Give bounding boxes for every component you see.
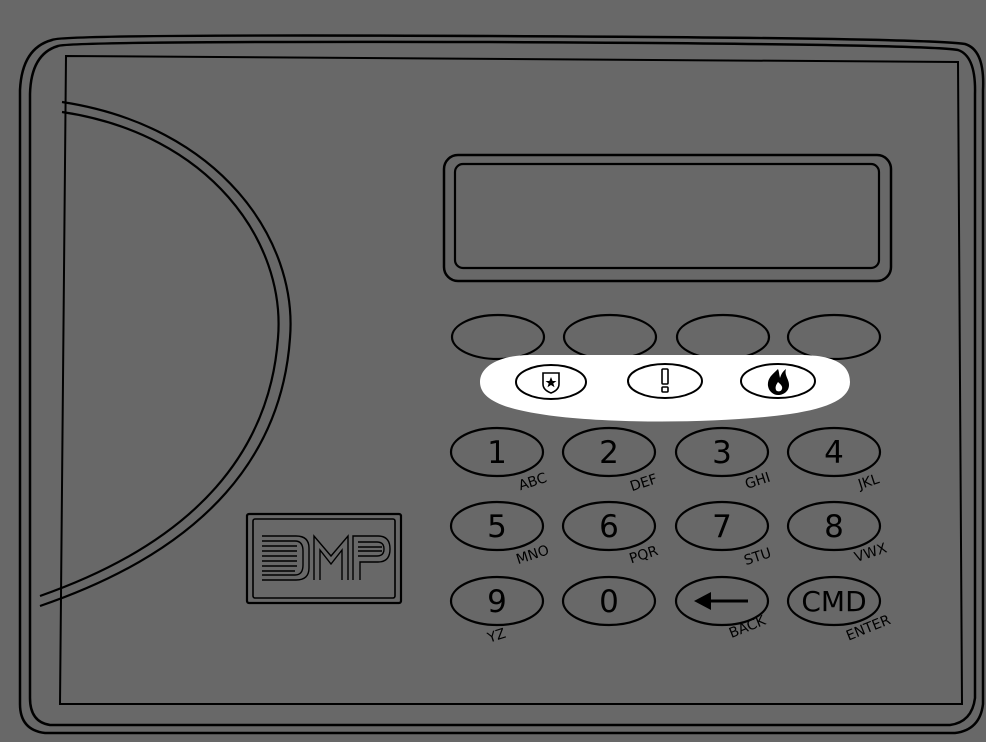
dmp-logo-badge [245, 512, 403, 605]
cmd-enter-key[interactable]: CMD ENTER [786, 575, 893, 644]
key-8-label: 8 [824, 509, 844, 545]
key-0[interactable]: 0 [561, 575, 657, 627]
back-key-sub: BACK [727, 612, 769, 641]
key-7-label: 7 [712, 509, 732, 545]
key-4[interactable]: 4 JKL [786, 426, 881, 493]
key-9-label: 9 [487, 584, 507, 620]
key-1-sub: ABC [517, 470, 549, 494]
key-4-sub: JKL [855, 471, 881, 493]
key-3-label: 3 [712, 435, 732, 471]
key-1-label: 1 [487, 435, 507, 471]
key-8[interactable]: 8 VWX [786, 500, 890, 566]
left-arrow-icon [694, 592, 748, 610]
key-7[interactable]: 7 STU [674, 500, 773, 569]
numeric-keys: 1 ABC 2 DEF 3 GHI 4 JKL 5 MNO 6 PQR 7 ST… [449, 426, 893, 647]
select-key-2[interactable] [562, 313, 658, 361]
select-keys-row [450, 313, 882, 361]
key-8-sub: VWX [853, 540, 890, 566]
cmd-key-label: CMD [801, 585, 866, 618]
key-3[interactable]: 3 GHI [674, 426, 772, 493]
select-key-1[interactable] [450, 313, 546, 361]
key-2-label: 2 [599, 435, 619, 471]
lcd-display [442, 153, 893, 283]
key-2[interactable]: 2 DEF [561, 426, 659, 495]
select-key-4[interactable] [786, 313, 882, 361]
key-6[interactable]: 6 PQR [561, 500, 660, 567]
key-0-label: 0 [599, 584, 619, 620]
key-6-label: 6 [599, 509, 619, 545]
key-5-label: 5 [487, 509, 507, 545]
key-2-sub: DEF [628, 471, 659, 495]
key-9[interactable]: 9 YZ [449, 575, 545, 647]
emergency-key-panic[interactable] [627, 363, 703, 399]
select-key-3[interactable] [675, 313, 771, 361]
key-1[interactable]: 1 ABC [449, 426, 549, 494]
key-4-label: 4 [824, 435, 844, 471]
emergency-key-police[interactable] [515, 364, 587, 400]
key-9-sub: YZ [485, 626, 508, 647]
emergency-key-fire[interactable] [740, 363, 816, 399]
key-7-sub: STU [742, 545, 773, 569]
keypad-panel: 1 ABC 2 DEF 3 GHI 4 JKL 5 MNO 6 PQR 7 ST… [18, 34, 985, 735]
back-key[interactable]: BACK [674, 575, 770, 642]
dmp-logo [262, 534, 391, 581]
key-5[interactable]: 5 MNO [449, 500, 551, 568]
